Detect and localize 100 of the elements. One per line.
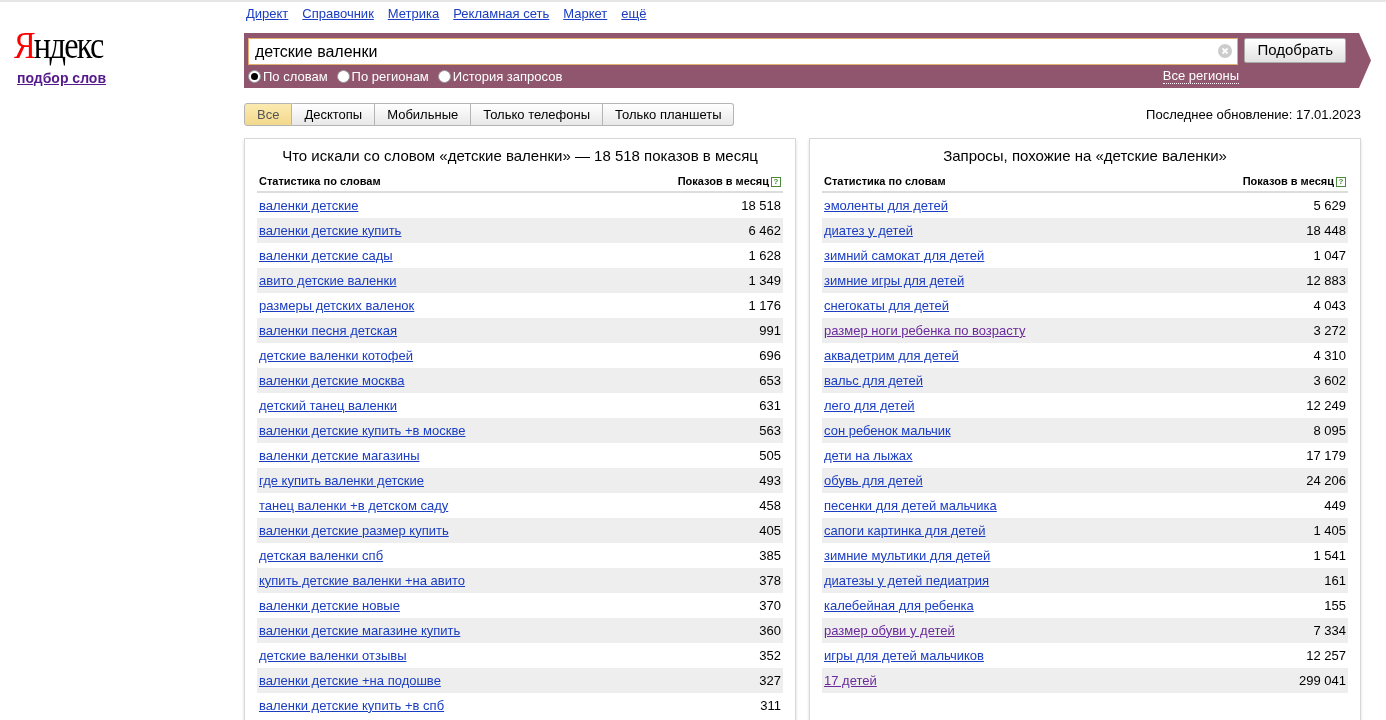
count-cell-text: 370 [759, 596, 781, 615]
phrase-link[interactable]: валенки детские [259, 195, 359, 216]
phrase-link[interactable]: эмоленты для детей [824, 195, 948, 216]
count-cell-text: 18 518 [741, 196, 781, 215]
phrase-link[interactable]: аквадетрим для детей [824, 345, 959, 366]
phrase-link[interactable]: снегокаты для детей [824, 295, 949, 316]
phrase-link[interactable]: валенки песня детская [259, 320, 398, 341]
nav-link-item[interactable]: Справочник [302, 4, 374, 33]
column-header: Показов в месяц [1242, 174, 1334, 187]
count-cell-text: 311 [760, 696, 781, 715]
region-link[interactable]: Все регионы [1162, 69, 1239, 85]
column-header: Статистика по словам [259, 173, 381, 189]
count-cell-text: 12 257 [1306, 646, 1346, 665]
phrase-link[interactable]: лего для детей [824, 395, 915, 416]
device-tab[interactable]: Мобильные [375, 103, 472, 126]
count-cell-text: 17 179 [1306, 446, 1346, 465]
nav-link-item[interactable]: Метрика [387, 4, 440, 33]
phrase-link[interactable]: калебейная для ребенка [824, 595, 974, 616]
radio-option[interactable]: История запросов [437, 67, 563, 87]
count-cell-text: 458 [759, 496, 781, 515]
phrase-link[interactable]: валенки детские новые [259, 595, 400, 616]
device-tab[interactable]: Десктопы [292, 103, 376, 126]
phrase-link[interactable]: размер ноги ребенка по возрасту [824, 320, 1026, 341]
count-cell-text: 12 883 [1306, 271, 1346, 290]
phrase-link[interactable]: валенки детские размер купить [259, 520, 449, 541]
phrase-link[interactable]: детский танец валенки [259, 395, 397, 416]
count-cell-text: 1 405 [1313, 521, 1346, 540]
panel-title: Что искали со словом «детские валенки» — 18 518 показов в месяц [281, 146, 759, 166]
phrase-link[interactable]: валенки детские купить [259, 220, 402, 241]
phrase-link[interactable]: размер обуви у детей [824, 620, 955, 641]
count-cell-text: 8 095 [1313, 421, 1346, 440]
phrase-link[interactable]: игры для детей мальчиков [824, 645, 984, 666]
phrase-link[interactable]: дети на лыжах [824, 445, 913, 466]
phrase-link[interactable]: танец валенки +в детском саду [259, 495, 449, 516]
phrase-link[interactable]: зимний самокат для детей [824, 245, 985, 266]
subtitle-link[interactable]: подбор слов [17, 68, 106, 89]
phrase-link[interactable]: валенки детские сады [259, 245, 393, 266]
count-cell-text: 631 [759, 396, 781, 415]
phrase-link[interactable]: сапоги картинка для детей [824, 520, 986, 541]
count-cell-text: 1 541 [1313, 546, 1346, 565]
radio-option[interactable]: По регионам [336, 67, 429, 87]
help-icon[interactable]: ? [1336, 176, 1346, 187]
phrase-link[interactable]: сон ребенок мальчик [824, 420, 951, 441]
phrase-link[interactable]: детская валенки спб [259, 545, 384, 566]
nav-link-item[interactable]: Рекламная сеть [453, 4, 550, 33]
count-cell-text: 385 [759, 546, 781, 565]
count-cell-text: 505 [759, 446, 781, 465]
count-cell-text: 1 349 [748, 271, 781, 290]
phrase-link[interactable]: зимние мультики для детей [824, 545, 991, 566]
count-cell-text: 327 [759, 671, 781, 690]
count-cell-text: 352 [759, 646, 781, 665]
phrase-link[interactable]: валенки детские купить +в спб [259, 695, 445, 716]
count-cell-text: 161 [1324, 571, 1346, 590]
phrase-link[interactable]: валенки детские магазине купить [259, 620, 461, 641]
count-cell-text: 155 [1324, 596, 1346, 615]
phrase-link[interactable]: валенки детские +на подошве [259, 670, 441, 691]
phrase-link[interactable]: купить детские валенки +на авито [259, 570, 466, 591]
phrase-link[interactable]: валенки детские москва [259, 370, 405, 391]
device-tab[interactable]: Только планшеты [603, 103, 735, 126]
nav-link-item[interactable]: Директ [246, 4, 289, 33]
count-cell-text: 1 047 [1313, 246, 1346, 265]
phrase-link[interactable]: детские валенки отзывы [259, 645, 407, 666]
count-cell-text: 563 [759, 421, 781, 440]
phrase-link[interactable]: детские валенки котофей [259, 345, 414, 366]
count-cell-text: 378 [759, 571, 781, 590]
phrase-link[interactable]: вальс для детей [824, 370, 923, 391]
count-cell-text: 5 629 [1313, 196, 1346, 215]
phrase-link[interactable]: авито детские валенки [259, 270, 397, 291]
count-cell-text: 4 310 [1313, 346, 1346, 365]
phrase-link[interactable]: размеры детских валенок [259, 295, 415, 316]
help-icon[interactable]: ? [771, 176, 781, 187]
count-cell-text: 653 [759, 371, 781, 390]
phrase-link[interactable]: 17 детей [824, 670, 877, 691]
count-cell-text: 360 [759, 621, 781, 640]
phrase-link[interactable]: валенки детские купить +в москве [259, 420, 466, 441]
phrase-link[interactable]: где купить валенки детские [259, 470, 424, 491]
phrase-link[interactable]: диатез у детей [824, 220, 913, 241]
phrase-link[interactable]: диатезы у детей педиатрия [824, 570, 990, 591]
clear-icon[interactable] [1218, 44, 1233, 58]
nav-link-item[interactable]: Маркет [563, 4, 608, 33]
radio-option[interactable]: По словам [248, 67, 328, 87]
phrase-link[interactable]: песенки для детей мальчика [824, 495, 997, 516]
count-cell-text: 18 448 [1306, 221, 1346, 240]
count-cell-text: 7 334 [1313, 621, 1346, 640]
phrase-link[interactable]: зимние игры для детей [824, 270, 965, 291]
count-cell-text: 299 041 [1299, 671, 1346, 690]
count-cell-text: 3 602 [1313, 371, 1346, 390]
yandex-logo[interactable]: Яндекс [14, 26, 103, 64]
count-cell-text: 24 206 [1306, 471, 1346, 490]
submit-button[interactable]: Подобрать [1244, 38, 1346, 63]
device-tab[interactable]: Все [244, 103, 293, 126]
device-tab[interactable]: Только телефоны [471, 103, 603, 126]
count-cell-text: 696 [759, 346, 781, 365]
count-cell-text: 6 462 [748, 221, 781, 240]
last-update-text: Последнее обновление: 17.01.2023 [1146, 105, 1361, 124]
phrase-link[interactable]: валенки детские магазины [259, 445, 420, 466]
nav-link-item[interactable]: ещё [621, 4, 647, 33]
column-header: Показов в месяц [677, 174, 769, 187]
search-field[interactable]: детские валенки [248, 38, 1239, 65]
phrase-link[interactable]: обувь для детей [824, 470, 923, 491]
